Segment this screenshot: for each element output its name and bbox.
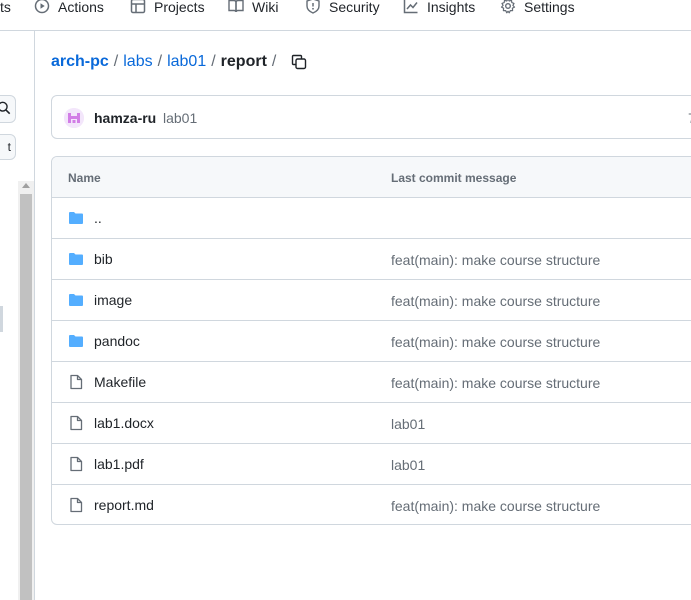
folder-icon — [68, 333, 84, 349]
breadcrumb-repo[interactable]: arch-pc — [51, 53, 109, 71]
nav-item-label: Settings — [524, 0, 575, 15]
shield-icon — [305, 0, 329, 17]
file-name-link[interactable]: image — [94, 292, 132, 308]
table-icon — [130, 0, 154, 17]
avatar[interactable] — [64, 108, 84, 128]
breadcrumb-labs[interactable]: labs — [123, 53, 152, 71]
scroll-thumb[interactable] — [20, 194, 32, 600]
graph-icon — [403, 0, 427, 17]
table-row[interactable]: lab1.docx lab01 — [52, 403, 691, 444]
breadcrumb-separator: / — [271, 53, 277, 70]
nav-item-insights[interactable]: Insights — [403, 0, 475, 20]
nav-item-label: Security — [329, 0, 380, 15]
table-row[interactable]: image feat(main): make course structure — [52, 280, 691, 321]
search-icon — [0, 101, 11, 118]
repo-nav: ts Actions Projects Wiki Security Insigh… — [0, 0, 691, 31]
book-icon — [228, 0, 252, 17]
commit-message-link[interactable]: lab01 — [391, 416, 425, 432]
file-tree-sidebar: t — [0, 31, 35, 600]
file-icon — [68, 497, 84, 513]
nav-item-label: Insights — [427, 0, 476, 15]
folder-icon — [68, 251, 84, 267]
column-header-name: Name — [68, 171, 101, 185]
breadcrumb-separator: / — [211, 53, 216, 70]
search-button[interactable] — [0, 95, 16, 123]
latest-commit-bar: hamza-ru lab01 7 — [51, 95, 691, 139]
folder-icon — [68, 210, 84, 226]
file-icon — [68, 415, 84, 431]
sidebar-button-label: t — [7, 140, 11, 154]
nav-item-security[interactable]: Security — [305, 0, 380, 20]
table-row[interactable]: lab1.pdf lab01 — [52, 444, 691, 485]
commit-message[interactable]: lab01 — [163, 110, 197, 126]
nav-item-settings[interactable]: Settings — [500, 0, 575, 20]
column-header-message: Last commit message — [391, 171, 517, 185]
nav-item-projects[interactable]: Projects — [130, 0, 205, 20]
commit-message-link[interactable]: feat(main): make course structure — [391, 293, 600, 309]
nav-item-label: Wiki — [252, 0, 279, 15]
file-table: Name Last commit message .. bib feat(main)… — [51, 156, 691, 525]
commit-message-link[interactable]: lab01 — [391, 457, 425, 473]
scrollbar[interactable] — [18, 181, 34, 600]
file-name-link[interactable]: .. — [94, 210, 102, 226]
nav-item-actions[interactable]: Actions — [34, 0, 104, 20]
copy-icon[interactable] — [291, 54, 307, 70]
folder-icon — [68, 292, 84, 308]
scroll-up-arrow[interactable] — [22, 183, 30, 188]
breadcrumb-separator: / — [157, 53, 163, 70]
commit-message-link[interactable]: feat(main): make course structure — [391, 334, 600, 350]
file-name-link[interactable]: lab1.pdf — [94, 456, 144, 472]
breadcrumb-lab01[interactable]: lab01 — [167, 53, 206, 71]
table-row[interactable]: bib feat(main): make course structure — [52, 239, 691, 280]
table-row[interactable]: .. — [52, 198, 691, 239]
file-name-link[interactable]: lab1.docx — [94, 415, 154, 431]
commit-message-link[interactable]: feat(main): make course structure — [391, 252, 600, 268]
breadcrumb-separator: / — [113, 53, 119, 70]
table-row[interactable]: report.md feat(main): make course structu… — [52, 485, 691, 524]
breadcrumb-current: report — [220, 53, 267, 70]
table-row[interactable]: pandoc feat(main): make course structure — [52, 321, 691, 362]
file-name-link[interactable]: Makefile — [94, 374, 146, 390]
breadcrumb: arch-pc / labs / lab01 / report / — [51, 50, 307, 74]
file-name-link[interactable]: bib — [94, 251, 113, 267]
sidebar-button[interactable]: t — [0, 134, 16, 160]
file-icon — [68, 374, 84, 390]
nav-item-label: ts — [0, 0, 11, 15]
nav-item-code[interactable]: ts — [0, 0, 11, 20]
nav-item-wiki[interactable]: Wiki — [228, 0, 278, 20]
commit-author[interactable]: hamza-ru — [94, 110, 156, 126]
table-header: Name Last commit message — [52, 157, 691, 198]
file-icon — [68, 456, 84, 472]
commit-message-link[interactable]: feat(main): make course structure — [391, 375, 600, 391]
file-name-link[interactable]: pandoc — [94, 333, 140, 349]
nav-item-label: Actions — [58, 0, 104, 15]
file-name-link[interactable]: report.md — [94, 497, 154, 513]
commit-message-link[interactable]: feat(main): make course structure — [391, 498, 600, 514]
table-row[interactable]: Makefile feat(main): make course structur… — [52, 362, 691, 403]
nav-item-label: Projects — [154, 0, 205, 15]
active-item-marker — [0, 306, 3, 332]
gear-icon — [500, 0, 524, 17]
play-icon — [34, 0, 58, 17]
